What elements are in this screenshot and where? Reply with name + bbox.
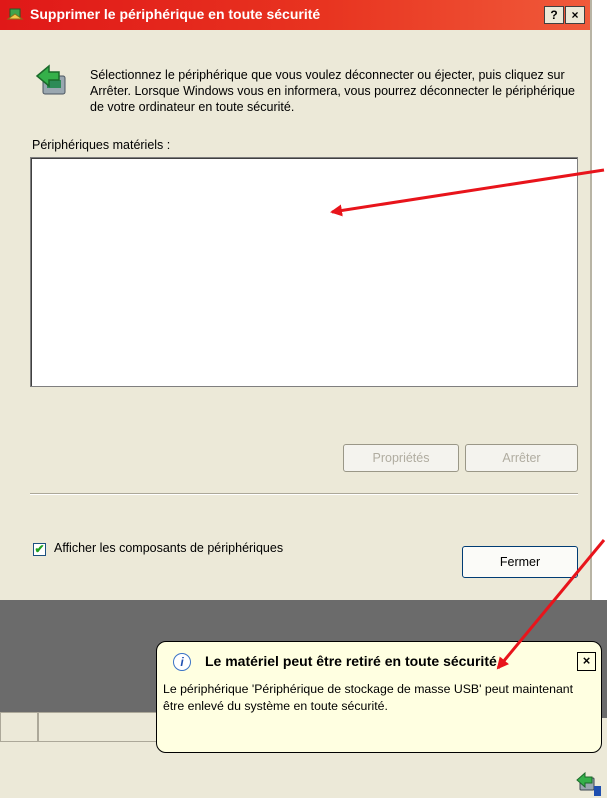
annotation-arrow — [496, 539, 606, 670]
annotation-arrow — [330, 168, 605, 217]
annotation-arrows — [330, 168, 606, 670]
